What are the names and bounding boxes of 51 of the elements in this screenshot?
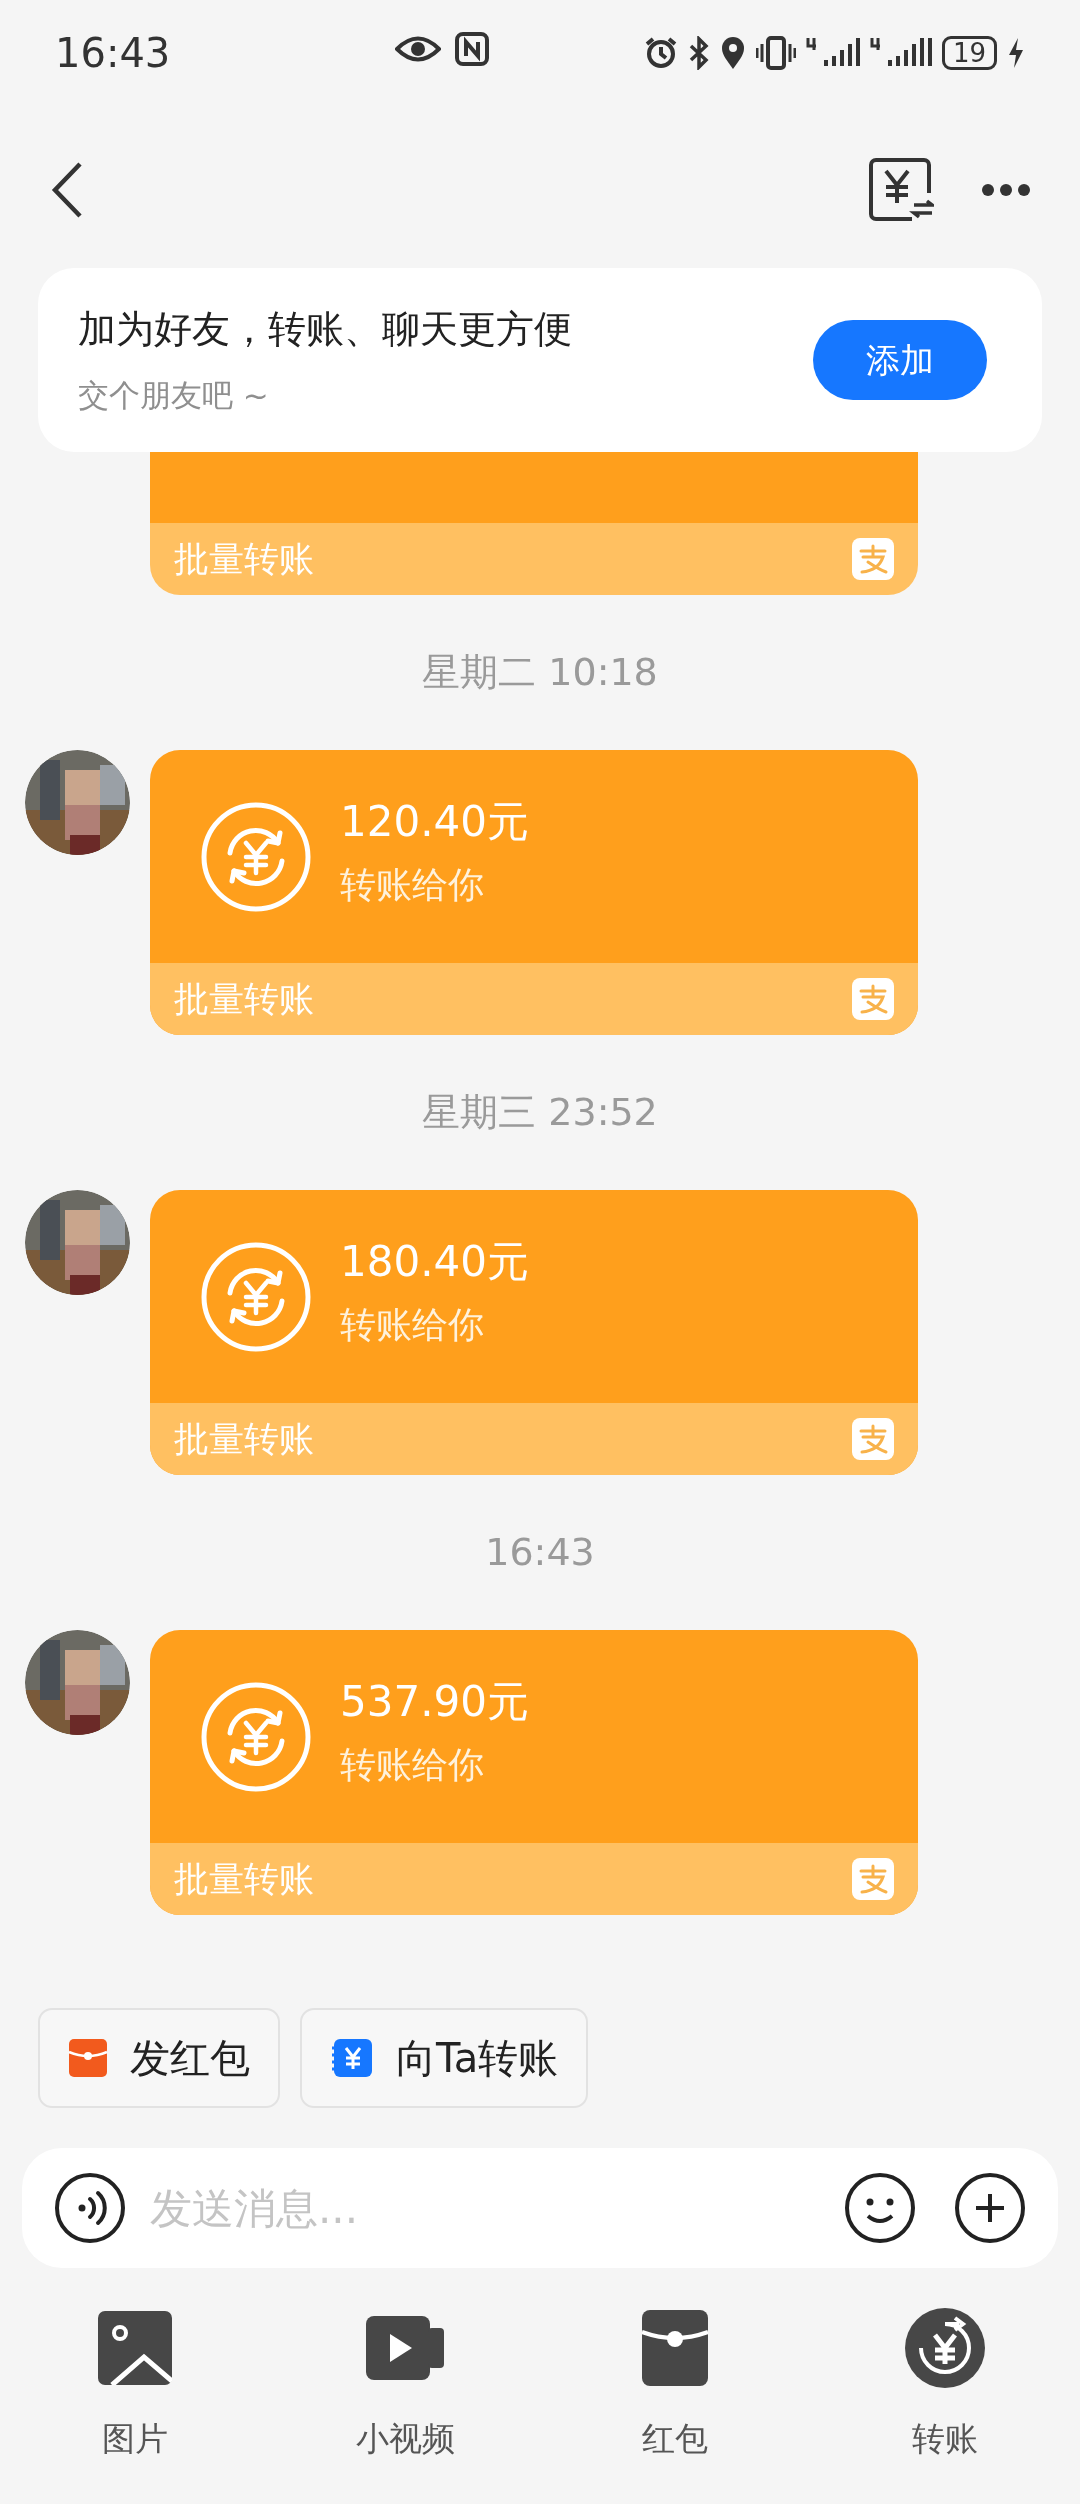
alarm-icon [643, 35, 678, 70]
transfer-note: 转账给你 [340, 866, 485, 903]
message-timestamp: 16:43 [485, 1529, 595, 1576]
battery-indicator: 19 [941, 35, 997, 70]
transfer-amount: 180.40元 [340, 1240, 529, 1283]
toolbar-button[interactable]: 转账 [810, 2308, 1080, 2464]
bluetooth-icon [687, 35, 710, 70]
charging-icon [1007, 36, 1025, 69]
alipay-icon [852, 1418, 894, 1460]
envelope-icon [68, 2038, 108, 2078]
add-button[interactable] [954, 2172, 1026, 2244]
quick-action-button[interactable]: 发红包 [38, 2008, 280, 2108]
envelope-icon [642, 2310, 708, 2387]
batch-transfer-label: 批量转账 [174, 1857, 314, 1901]
alipay-icon [852, 538, 894, 580]
message-bar[interactable]: 发送消息... [22, 2148, 1058, 2268]
alipay-icon [852, 1858, 894, 1900]
alipay-icon [852, 978, 894, 1020]
yuan-exchange-icon [200, 1680, 312, 1793]
image-icon [98, 2311, 172, 2386]
message-timestamp: 星期二 10:18 [422, 649, 658, 696]
toolbar-button[interactable]: 小视频 [270, 2308, 540, 2464]
video-camera-icon [366, 2316, 444, 2381]
yuan-exchange-icon [200, 1240, 312, 1353]
message-input[interactable]: 发送消息... [150, 2176, 820, 2240]
transfer-note: 转账给你 [340, 1746, 485, 1783]
yuan-notebook-icon [330, 2038, 374, 2078]
batch-transfer-label: 批量转账 [174, 1417, 314, 1461]
more-button[interactable] [982, 184, 1030, 196]
location-icon [719, 35, 746, 70]
yuan-refresh-icon [905, 2308, 985, 2389]
batch-transfer-label: 批量转账 [174, 537, 314, 581]
batch-transfer-label: 批量转账 [174, 977, 314, 1021]
emoji-button[interactable] [844, 2172, 916, 2244]
banner-subtitle: 交个朋友吧 ~ [78, 376, 270, 416]
transfer-amount: 120.40元 [340, 800, 529, 843]
message-timestamp: 星期三 23:52 [422, 1089, 658, 1136]
transfer-note: 转账给你 [340, 1306, 485, 1343]
toolbar-button[interactable]: 图片 [0, 2308, 270, 2464]
vibrate-icon [755, 35, 796, 70]
voice-button[interactable] [54, 2172, 126, 2244]
add-button[interactable]: 添加 [813, 320, 987, 400]
status-time: 16:43 [55, 28, 171, 78]
transfer-amount: 537.90元 [340, 1680, 529, 1723]
nfc-icon [455, 32, 489, 66]
banner-title: 加为好友，转账、聊天更方便 [78, 306, 572, 354]
yuan-exchange-icon [200, 800, 312, 913]
quick-action-button[interactable]: 向Ta转账 [300, 2008, 589, 2108]
eye-icon [395, 34, 441, 64]
transfer-button[interactable] [868, 157, 934, 223]
toolbar-button[interactable]: 红包 [540, 2308, 810, 2464]
